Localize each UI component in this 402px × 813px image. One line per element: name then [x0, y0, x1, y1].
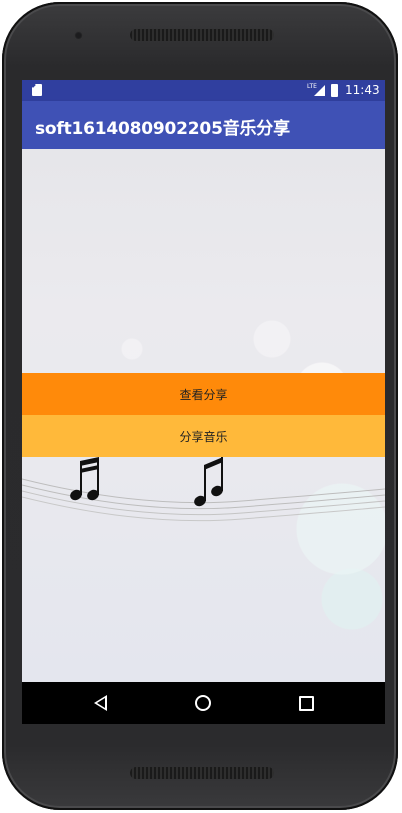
- signal-icon: [314, 85, 325, 96]
- page-title: soft1614080902205音乐分享: [35, 119, 290, 139]
- battery-icon: [331, 84, 338, 97]
- view-share-button[interactable]: 查看分享: [22, 373, 385, 415]
- music-notes-background: [22, 449, 385, 522]
- device-screen: LTE 11:43 soft1614080902205音乐分享 查看分享 分享音…: [22, 80, 385, 724]
- sim-card-icon: [32, 84, 42, 96]
- navigation-bar: [22, 682, 385, 724]
- top-speaker-grille: [130, 29, 274, 41]
- status-bar: LTE 11:43: [22, 80, 385, 101]
- status-time: 11:43: [345, 83, 380, 97]
- back-icon[interactable]: [94, 695, 107, 711]
- home-icon[interactable]: [195, 695, 211, 711]
- bottom-speaker-grille: [130, 767, 274, 779]
- recent-apps-icon[interactable]: [299, 696, 314, 711]
- front-camera: [74, 31, 83, 40]
- app-bar: soft1614080902205音乐分享: [22, 101, 385, 149]
- content-area: 查看分享 分享音乐: [22, 149, 385, 682]
- share-music-button[interactable]: 分享音乐: [22, 415, 385, 457]
- phone-frame: LTE 11:43 soft1614080902205音乐分享 查看分享 分享音…: [2, 2, 398, 810]
